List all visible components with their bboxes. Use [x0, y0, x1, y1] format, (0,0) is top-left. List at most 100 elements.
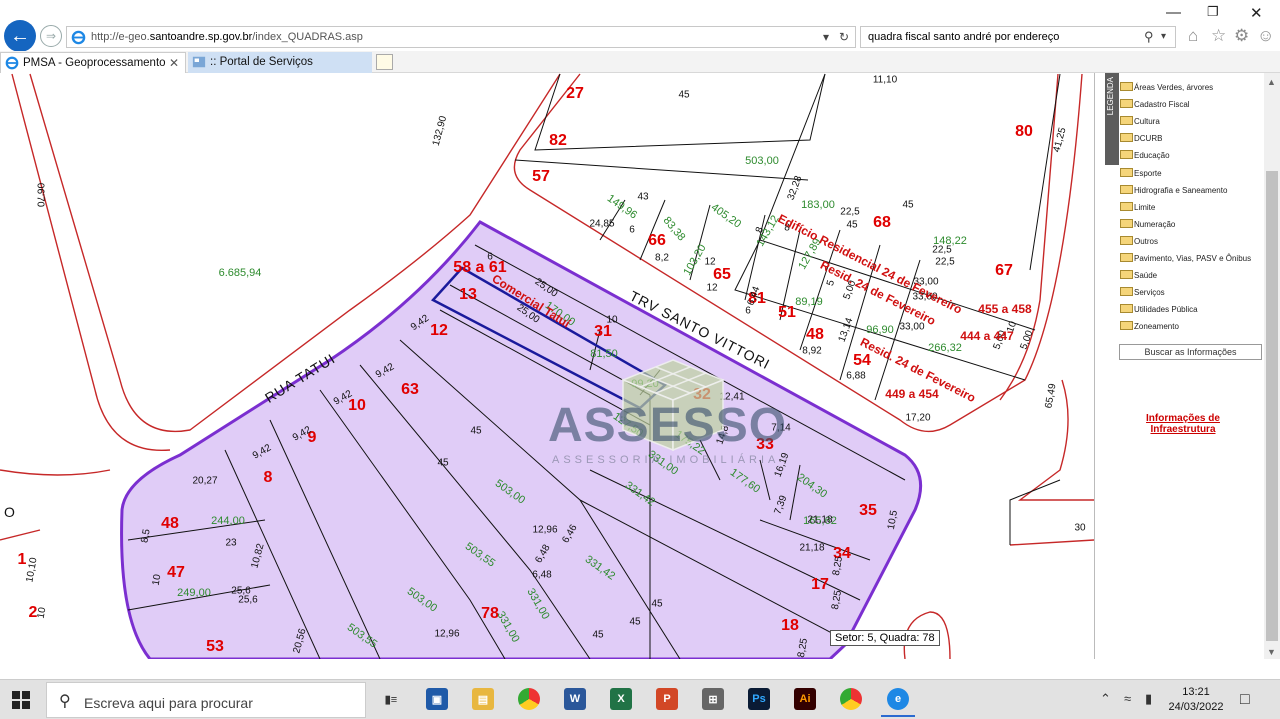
vertical-scrollbar[interactable]: ▲ ▼ [1264, 73, 1280, 659]
lot-number: 27 [566, 85, 584, 102]
internet-explorer-icon[interactable]: e [881, 688, 915, 717]
taskbar-clock[interactable]: 13:21 24/03/2022 [1166, 685, 1226, 715]
close-tab-icon[interactable]: ✕ [169, 56, 179, 70]
lot-number: 35 [859, 502, 877, 519]
legend-layer-item[interactable]: Pavimento, Vias, PASV e Ônibus [1120, 253, 1251, 267]
watermark-subtitle: ASSESSORIA IMOBILIÁRIA [552, 454, 780, 466]
lot-dimension: 45 [902, 199, 914, 211]
legend-layer-item[interactable]: Hidrografia e Saneamento [1120, 184, 1227, 199]
address-bar[interactable]: http://e-geo.santoandre.sp.gov.br/index_… [66, 26, 856, 48]
minimize-icon[interactable]: — [1166, 4, 1181, 21]
favorites-star-icon[interactable]: ☆ [1211, 26, 1226, 46]
legend-layer-label: Cultura [1134, 117, 1160, 127]
lot-dimension: 6 [745, 305, 751, 317]
windows-taskbar: ⚲ Escreva aqui para procurar ▮≡ ▣ ▤ W X … [0, 679, 1280, 719]
lot-dimension: 23 [225, 537, 237, 549]
photoshop-icon[interactable]: Ps [748, 688, 770, 710]
lot-dimension: 17,20 [905, 412, 931, 424]
tray-chevron-icon[interactable]: ⌃ [1100, 691, 1111, 707]
lot-number: 8 [263, 469, 273, 486]
taskbar-search[interactable]: ⚲ Escreva aqui para procurar [46, 682, 366, 718]
building-annotation: 444 a 447 [960, 329, 1014, 343]
word-icon[interactable]: W [564, 688, 586, 710]
chrome-icon[interactable] [518, 688, 540, 710]
lot-dimension: 6,88 [846, 370, 866, 382]
search-icon: ⚲ [59, 693, 71, 710]
legend-layer-item[interactable]: Saúde [1120, 270, 1157, 284]
close-window-icon[interactable]: ✕ [1250, 4, 1263, 22]
lot-dimension: 45 [592, 629, 604, 641]
legend-layer-label: Utilidades Pública [1134, 305, 1198, 315]
lot-number: 68 [873, 214, 891, 231]
lot-dimension: 22,5 [932, 244, 952, 256]
gear-icon[interactable]: ⚙ [1234, 26, 1249, 46]
lot-number: 48 [806, 326, 824, 343]
lot-number: 13 [459, 286, 477, 303]
lot-dimension: 12,96 [434, 628, 460, 640]
file-explorer-icon[interactable]: ▤ [472, 688, 494, 710]
powerpoint-icon[interactable]: P [656, 688, 678, 710]
legend-layer-item[interactable]: Serviços [1120, 287, 1165, 301]
lot-number: 66 [648, 232, 666, 249]
legend-layer-item[interactable]: Cultura [1120, 116, 1160, 130]
tab-portal-servicos[interactable]: :: Portal de Serviços [188, 52, 372, 73]
legend-tab[interactable]: LEGENDA [1105, 73, 1119, 165]
lot-dimension: 12,96 [532, 524, 558, 536]
search-icon[interactable]: ⚲ [1144, 29, 1154, 45]
lot-dimension: 45 [470, 425, 482, 437]
folder-icon [1120, 304, 1133, 314]
new-tab-button[interactable] [376, 54, 393, 70]
lot-number: 63 [401, 381, 419, 398]
lot-dimension: 21,18 [799, 542, 825, 554]
lot-number: 1 [17, 551, 27, 568]
refresh-icon[interactable]: ↻ [839, 30, 849, 44]
folder-icon [1120, 150, 1133, 160]
folder-icon [1120, 167, 1133, 177]
legend-layer-item[interactable]: Esporte [1120, 167, 1162, 182]
scroll-down-icon[interactable]: ▼ [1267, 647, 1276, 657]
scrollbar-thumb[interactable] [1266, 171, 1278, 641]
legend-layer-item[interactable]: Utilidades Pública [1120, 304, 1198, 318]
smiley-icon[interactable]: ☺ [1257, 26, 1274, 46]
calculator-icon[interactable]: ⊞ [702, 688, 724, 710]
cadastral-map[interactable]: 27825780666581686758 a 61133112514854633… [0, 73, 1094, 659]
back-button[interactable]: ← [4, 20, 36, 52]
windows-start-icon[interactable] [12, 691, 30, 709]
lot-dimension: 45 [651, 598, 663, 610]
legend-layer-item[interactable]: Zoneamento [1120, 321, 1179, 335]
legend-layer-item[interactable]: Educação [1120, 150, 1170, 164]
wifi-icon[interactable]: ≈ [1124, 691, 1131, 706]
building-annotation: 455 a 458 [978, 302, 1032, 316]
ie-page-icon [71, 30, 86, 45]
search-dropdown-icon[interactable]: ▾ [1161, 31, 1166, 42]
illustrator-icon[interactable]: Ai [794, 688, 816, 710]
folder-icon [1120, 133, 1133, 143]
legend-layer-item[interactable]: Numeração [1120, 218, 1175, 233]
search-box[interactable]: quadra fiscal santo andré por endereço ⚲… [860, 26, 1176, 48]
legend-layer-item[interactable]: Áreas Verdes, árvores [1120, 82, 1213, 96]
legend-layer-item[interactable]: Cadastro Fiscal [1120, 99, 1190, 113]
legend-layer-label: Esporte [1134, 168, 1162, 178]
store-icon[interactable]: ▣ [426, 688, 448, 710]
lot-dimension: 25,6 [238, 594, 258, 606]
battery-icon[interactable]: ▮ [1145, 691, 1152, 707]
tab-geoprocessamento[interactable]: PMSA - Geoprocessamento ✕ [0, 52, 186, 73]
search-info-button[interactable]: Buscar as Informações [1119, 344, 1262, 360]
task-view-icon[interactable]: ▮≡ [380, 688, 402, 710]
map-label: O [4, 504, 16, 520]
scroll-up-icon[interactable]: ▲ [1267, 77, 1276, 87]
infrastructure-link[interactable]: Informações de Infraestrutura [1123, 413, 1243, 435]
chrome-profile-icon[interactable] [840, 688, 862, 710]
excel-icon[interactable]: X [610, 688, 632, 710]
legend-layer-item[interactable]: DCURB [1120, 133, 1162, 147]
restore-icon[interactable]: ❐ [1207, 4, 1219, 20]
legend-layer-item[interactable]: Outros [1120, 235, 1158, 250]
lot-dimension: 12 [704, 256, 716, 268]
home-icon[interactable]: ⌂ [1188, 26, 1198, 46]
notifications-icon[interactable]: □ [1240, 691, 1250, 709]
folder-icon [1120, 270, 1133, 280]
address-dropdown-icon[interactable]: ▾ [823, 30, 829, 44]
folder-icon [1120, 82, 1133, 91]
forward-button[interactable]: ⇒ [40, 25, 62, 47]
legend-layer-item[interactable]: Limite [1120, 201, 1155, 216]
